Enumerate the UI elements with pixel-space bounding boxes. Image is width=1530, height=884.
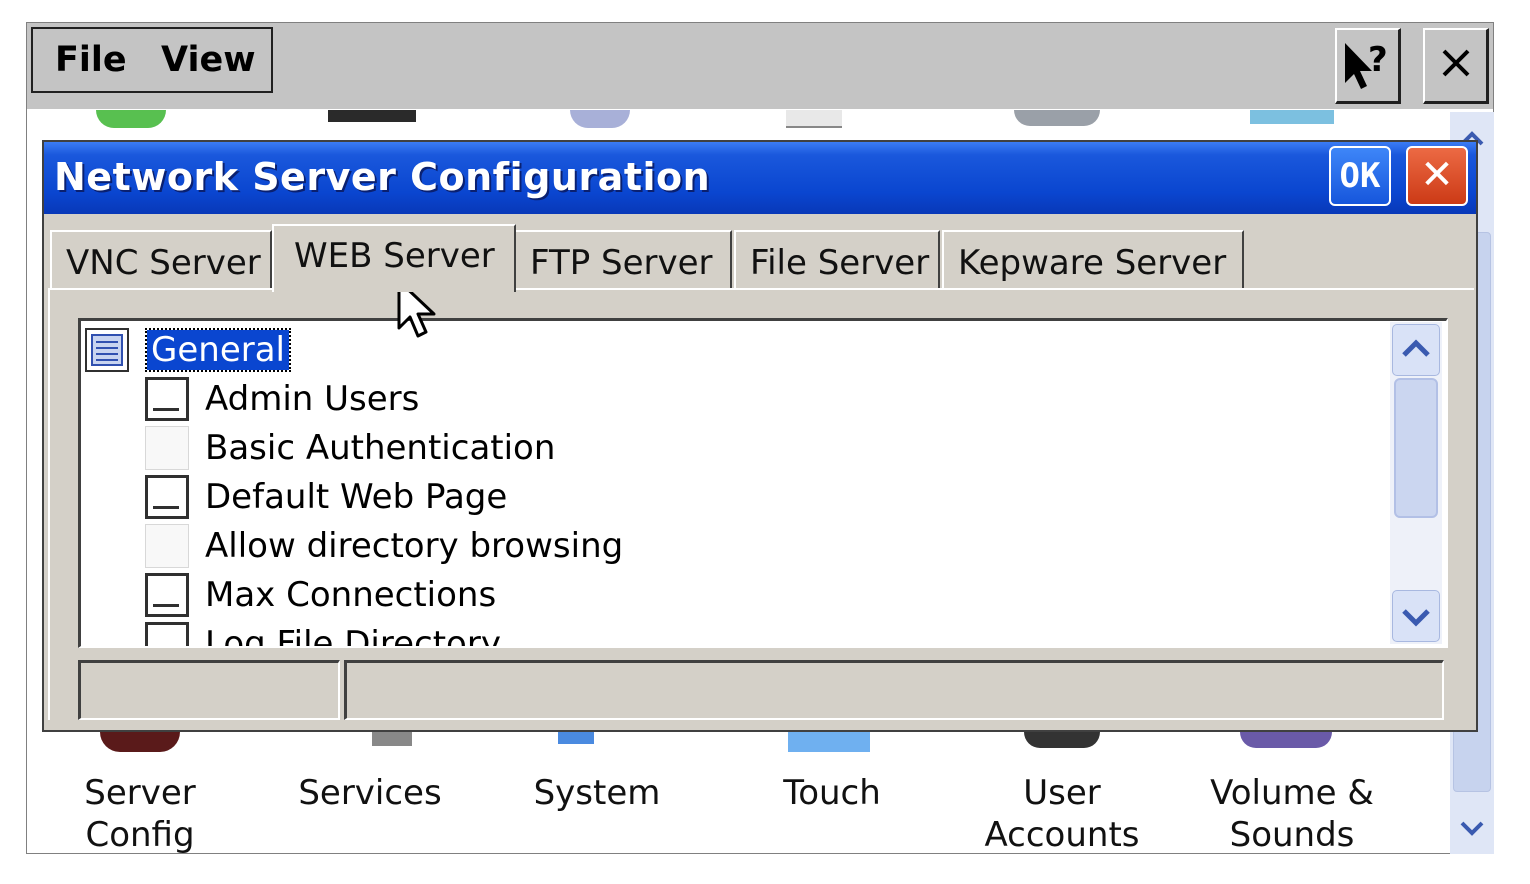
tree-item[interactable]: Default Web Page xyxy=(205,473,507,521)
menu-group: File View xyxy=(31,27,273,93)
status-panel-right xyxy=(344,660,1444,720)
icon-fragment xyxy=(1024,732,1100,748)
window-close-button[interactable] xyxy=(1423,28,1489,104)
tree-scroll-up-button[interactable] xyxy=(1392,324,1440,376)
chevron-down-icon xyxy=(1460,821,1484,836)
control-panel-scroll-down[interactable] xyxy=(1453,806,1491,850)
cp-icon-user-accounts[interactable]: User Accounts xyxy=(972,772,1152,856)
tree-item[interactable]: Allow directory browsing xyxy=(205,522,623,570)
close-icon xyxy=(1442,49,1470,77)
tree-item[interactable]: Basic Authentication xyxy=(205,424,555,472)
help-button[interactable]: ? xyxy=(1335,28,1401,104)
settings-tree[interactable]: General Admin Users Basic Authentication… xyxy=(78,318,1448,648)
cp-icon-services[interactable]: Services xyxy=(290,772,450,814)
cp-icon-server-config[interactable]: Server Config xyxy=(72,772,208,856)
icon-fragment xyxy=(96,110,166,128)
tree-item-label: General xyxy=(145,328,291,372)
menu-view[interactable]: View xyxy=(161,29,256,91)
icon-fragment xyxy=(786,110,842,128)
tree-scroll-thumb[interactable] xyxy=(1394,378,1438,518)
checkbox-icon[interactable] xyxy=(145,426,189,470)
menu-file[interactable]: File xyxy=(55,29,127,91)
chevron-down-icon xyxy=(1402,609,1430,627)
icon-fragment xyxy=(558,732,594,744)
tab-vnc-server[interactable]: VNC Server xyxy=(50,230,272,290)
leaf-box-icon xyxy=(145,475,189,519)
icon-fragment xyxy=(100,732,180,752)
chevron-up-icon xyxy=(1402,339,1430,357)
tab-kepware-server[interactable]: Kepware Server xyxy=(942,230,1244,290)
cp-icon-volume-sounds[interactable]: Volume & Sounds xyxy=(1200,772,1384,856)
icon-fragment xyxy=(788,732,870,752)
icon-fragment xyxy=(1014,110,1100,126)
tab-ftp-server[interactable]: FTP Server xyxy=(514,230,732,290)
ok-button[interactable]: OK xyxy=(1329,146,1391,206)
tab-web-server[interactable]: WEB Server xyxy=(272,224,516,292)
status-panel-left xyxy=(78,660,340,720)
cp-icon-touch[interactable]: Touch xyxy=(760,772,904,814)
pointer-question-icon: ? xyxy=(1345,40,1388,89)
tree-item[interactable]: Max Connections xyxy=(205,571,496,619)
leaf-box-icon xyxy=(145,622,189,646)
tree-scroll-down-button[interactable] xyxy=(1392,590,1440,642)
icon-fragment xyxy=(570,110,630,128)
tab-file-server[interactable]: File Server xyxy=(734,230,940,290)
icon-fragment xyxy=(372,732,412,746)
svg-text:?: ? xyxy=(1368,40,1388,80)
dialog-title: Network Server Configuration xyxy=(54,155,711,199)
tree-item[interactable]: Admin Users xyxy=(205,375,419,423)
leaf-box-icon xyxy=(145,377,189,421)
folder-list-icon xyxy=(85,328,129,372)
icon-fragment xyxy=(1250,110,1334,124)
checkbox-icon[interactable] xyxy=(145,524,189,568)
tree-item-general[interactable]: General xyxy=(145,326,291,374)
icon-fragment xyxy=(1240,732,1332,748)
leaf-box-icon xyxy=(145,573,189,617)
tree-item[interactable]: Log File Directory xyxy=(205,620,501,646)
dialog-close-button[interactable]: ✕ xyxy=(1406,146,1468,206)
icon-fragment xyxy=(328,110,416,122)
cp-icon-system[interactable]: System xyxy=(522,772,672,814)
